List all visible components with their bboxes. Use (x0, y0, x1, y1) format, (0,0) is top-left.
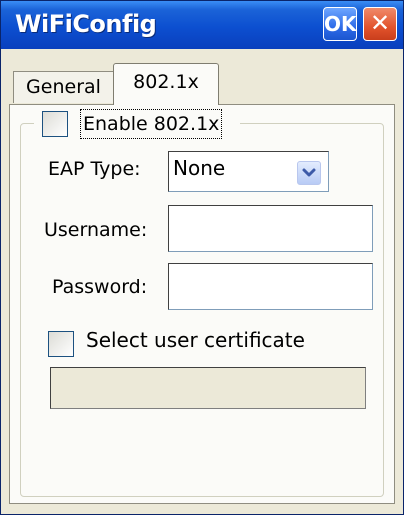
eap-type-label: EAP Type: (48, 158, 141, 180)
password-field[interactable] (168, 263, 373, 310)
tab-general[interactable]: General (13, 71, 114, 103)
chevron-down-icon (302, 168, 316, 177)
enable-802-1x-label[interactable]: Enable 802.1x (80, 109, 223, 139)
window-title: WiFiConfig (15, 10, 157, 38)
tab-802-1x[interactable]: 802.1x (113, 63, 219, 105)
dropdown-button[interactable] (297, 161, 321, 185)
username-field[interactable] (168, 205, 373, 252)
select-user-certificate-label[interactable]: Select user certificate (86, 328, 305, 352)
title-bar: WiFiConfig OK ✕ (1, 1, 403, 49)
eap-type-select[interactable]: None (168, 151, 329, 192)
certificate-field (50, 367, 366, 409)
close-icon: ✕ (369, 9, 391, 37)
close-button[interactable]: ✕ (363, 7, 397, 41)
ok-button[interactable]: OK (323, 7, 357, 41)
tab-strip: General 802.1x (1, 49, 403, 105)
eap-type-value: None (173, 156, 226, 180)
tab-panel-802-1x: Enable 802.1x EAP Type: None Username: P… (9, 104, 395, 504)
username-label: Username: (44, 219, 148, 241)
wificonfig-window: WiFiConfig OK ✕ General 802.1x Enable 80… (0, 0, 404, 515)
select-user-certificate-checkbox[interactable] (48, 331, 74, 357)
enable-802-1x-checkbox[interactable] (42, 111, 68, 137)
password-label: Password: (52, 276, 148, 298)
